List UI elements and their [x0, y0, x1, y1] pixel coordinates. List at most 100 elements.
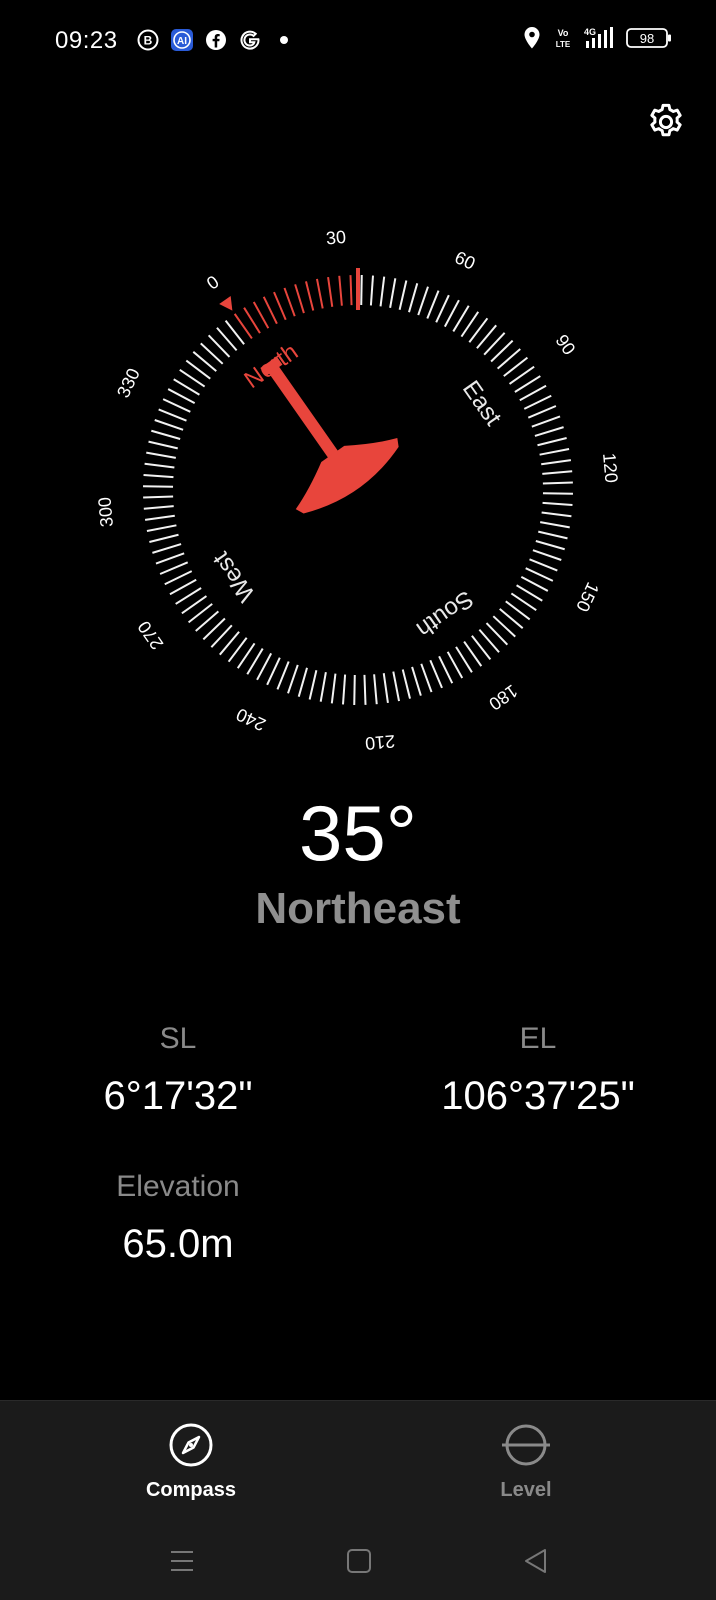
- dial-tick: [162, 398, 191, 413]
- ai-badge-icon: AI: [170, 28, 194, 52]
- dial-tick: [401, 669, 411, 699]
- dial-tick: [353, 674, 356, 705]
- level-icon: [502, 1424, 550, 1466]
- dial-tick: [541, 459, 572, 466]
- cardinal-label-south: South: [411, 585, 478, 643]
- dial-tick: [315, 278, 324, 309]
- dial-tick: [529, 558, 558, 572]
- dial-tick: [525, 567, 554, 582]
- dial-tick: [527, 405, 557, 419]
- dial-tick: [535, 540, 565, 551]
- needle-base: [295, 438, 399, 514]
- signal-4g-icon: 4G: [582, 26, 616, 50]
- battery-level: 98: [640, 31, 654, 46]
- dial-tick: [338, 275, 343, 306]
- degree-label: 120: [599, 452, 622, 484]
- dial-tick: [169, 578, 197, 596]
- compass-dial: 0306090120150180210240270300330 NorthEas…: [68, 200, 648, 780]
- tab-level[interactable]: Level: [446, 1421, 606, 1511]
- dial-tick: [519, 384, 547, 402]
- dial-tick: [273, 291, 287, 321]
- tab-compass-label: Compass: [145, 1479, 237, 1501]
- dial-tick: [520, 575, 549, 592]
- dial-tick: [392, 671, 401, 702]
- dial-tick: [540, 521, 570, 529]
- tab-level-label: Level: [500, 1479, 552, 1501]
- dial-tick: [327, 276, 334, 307]
- home-button[interactable]: [334, 1541, 384, 1581]
- svg-text:AI: AI: [177, 36, 187, 47]
- dial-tick: [363, 674, 367, 705]
- dial-tick: [287, 664, 299, 694]
- elevation-label: Elevation: [116, 1170, 240, 1203]
- dial-tick: [369, 275, 374, 306]
- north-marker-icon: [219, 295, 233, 311]
- status-time: 09:23: [55, 27, 118, 54]
- el-label: EL: [519, 1022, 557, 1055]
- dial-tick: [256, 652, 273, 681]
- cardinal-labels: NorthEastSouthWest: [207, 338, 506, 643]
- dial-tick: [146, 451, 176, 459]
- dial-tick: [398, 280, 408, 310]
- settings-button[interactable]: [644, 100, 688, 144]
- svg-text:B: B: [144, 34, 153, 48]
- location-pin-icon: [520, 26, 544, 50]
- dial-tick: [159, 561, 189, 575]
- dial-tick: [158, 408, 187, 422]
- volte-icon: Vo LTE: [554, 26, 572, 50]
- dial-tick: [389, 278, 397, 308]
- dial-tick: [167, 388, 196, 405]
- cardinal-label-west: West: [207, 546, 260, 606]
- degree-label: 30: [325, 227, 347, 249]
- dial-tick: [420, 663, 433, 693]
- dial-tick: [252, 301, 270, 329]
- heading-value: 35°: [299, 789, 417, 877]
- sl-value: 6°17'32": [103, 1074, 253, 1118]
- bottom-nav: Compass Level: [0, 1400, 716, 1600]
- dial-tick: [276, 661, 290, 690]
- dial-tick: [164, 570, 193, 586]
- dial-tick: [143, 505, 174, 510]
- menu-button[interactable]: [157, 1541, 207, 1581]
- dial-tick: [143, 474, 174, 479]
- dial-tick: [542, 481, 573, 485]
- compass-needle: [260, 356, 399, 514]
- needle-shaft: [267, 363, 346, 469]
- dial-tick: [382, 673, 389, 704]
- dial-tick: [349, 275, 353, 306]
- dial-tick: [143, 485, 174, 488]
- dial-tick: [538, 530, 568, 540]
- dial-tick: [283, 287, 296, 317]
- dial-tick: [144, 462, 175, 469]
- dial-tick: [408, 283, 419, 313]
- dial-tick: [537, 437, 567, 447]
- tab-compass[interactable]: Compass: [111, 1421, 271, 1511]
- dial-tick: [151, 429, 181, 440]
- back-icon: [525, 1549, 546, 1573]
- gear-icon: [650, 103, 682, 137]
- dot-icon: [272, 28, 296, 52]
- back-button[interactable]: [511, 1541, 561, 1581]
- dial-tick: [531, 415, 561, 428]
- degree-label: 240: [233, 704, 269, 735]
- degree-label: 90: [552, 331, 580, 359]
- battery-icon: 98: [626, 26, 672, 50]
- dial-tick: [308, 670, 318, 700]
- b-badge-icon: B: [136, 28, 160, 52]
- home-icon: [347, 1549, 371, 1573]
- dial-tick: [539, 447, 570, 456]
- menu-icon: [171, 1551, 193, 1571]
- dial-tick: [523, 394, 552, 410]
- google-icon: [238, 28, 262, 52]
- dial-tick: [438, 655, 454, 684]
- compass-icon: [169, 1423, 213, 1467]
- dial-tick: [429, 659, 443, 689]
- degree-label: 180: [485, 681, 521, 715]
- system-status-icons: Vo LTE 4G 98: [520, 26, 672, 50]
- dial-tick: [443, 299, 460, 328]
- svg-text:LTE: LTE: [556, 40, 571, 49]
- status-bar: 09:23 B AI Vo LTE 4G 98: [0, 0, 716, 82]
- degree-label: 300: [94, 496, 117, 528]
- dial-tick: [542, 470, 573, 475]
- elevation-value: 65.0m: [122, 1222, 234, 1266]
